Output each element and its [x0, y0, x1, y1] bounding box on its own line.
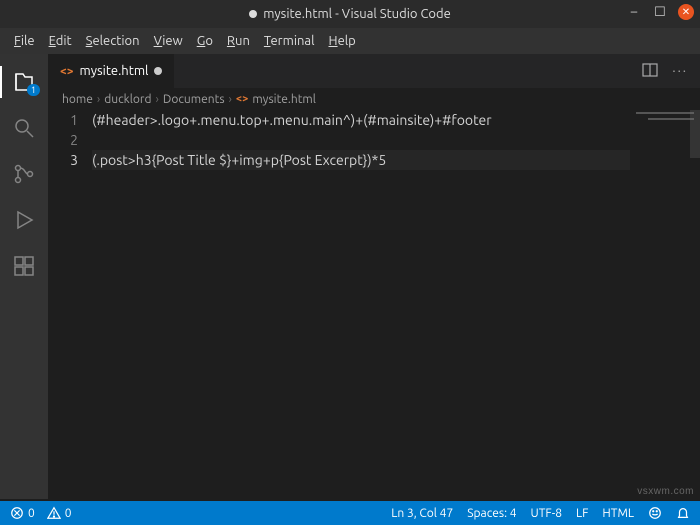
modified-dot-icon: [249, 10, 257, 18]
minimize-button[interactable]: –: [626, 4, 642, 20]
explorer-badge: 1: [27, 84, 40, 96]
window-controls: – ☐ ✕: [626, 4, 694, 20]
feedback-icon[interactable]: [648, 506, 662, 520]
status-encoding[interactable]: UTF-8: [531, 507, 562, 520]
menu-view[interactable]: View: [148, 32, 189, 50]
chevron-right-icon: ›: [97, 93, 100, 106]
tab-bar: <> mysite.html ···: [48, 54, 700, 88]
tab-mysite[interactable]: <> mysite.html: [48, 54, 175, 88]
line-number: 2: [48, 130, 78, 150]
line-number: 3: [48, 150, 78, 170]
code-editor[interactable]: 1 2 3 (#header>.logo+.menu.top+.menu.mai…: [48, 110, 700, 499]
menu-terminal[interactable]: Terminal: [258, 32, 321, 50]
close-button[interactable]: ✕: [678, 4, 694, 20]
tab-modified-icon: [154, 67, 162, 75]
editor-area: <> mysite.html ··· home › ducklord › Docum…: [48, 54, 700, 499]
explorer-icon[interactable]: 1: [0, 62, 48, 102]
status-warnings[interactable]: 0: [47, 506, 72, 520]
titlebar: mysite.html - Visual Studio Code – ☐ ✕: [0, 0, 700, 28]
watermark: vsxwm.com: [637, 486, 694, 497]
line-number: 1: [48, 110, 78, 130]
menubar: File Edit Selection View Go Run Terminal…: [0, 28, 700, 54]
gutter: 1 2 3: [48, 110, 92, 499]
status-language[interactable]: HTML: [602, 507, 634, 520]
main: 1 <> mysite.html ···: [0, 54, 700, 499]
menu-help[interactable]: Help: [323, 32, 362, 50]
crumb[interactable]: Documents: [163, 93, 225, 106]
status-eol[interactable]: LF: [576, 507, 588, 520]
window-title: mysite.html - Visual Studio Code: [249, 7, 451, 21]
breadcrumb[interactable]: home › ducklord › Documents › <> mysite.htm…: [48, 88, 700, 110]
title-text: mysite.html - Visual Studio Code: [263, 7, 451, 21]
crumb[interactable]: ducklord: [104, 93, 151, 106]
chevron-right-icon: ›: [155, 93, 158, 106]
minimap[interactable]: [630, 110, 700, 499]
tab-label: mysite.html: [80, 64, 149, 78]
menu-file[interactable]: File: [8, 32, 41, 50]
run-debug-icon[interactable]: [0, 200, 48, 240]
status-errors[interactable]: 0: [10, 506, 35, 520]
html-file-icon: <>: [60, 65, 74, 78]
crumb[interactable]: mysite.html: [252, 93, 316, 106]
code-line[interactable]: (.post>h3{Post Title $}+img+p{Post Excer…: [92, 150, 690, 170]
status-cursor[interactable]: Ln 3, Col 47: [391, 507, 453, 520]
menu-selection[interactable]: Selection: [80, 32, 146, 50]
html-file-icon: <>: [236, 93, 248, 105]
extensions-icon[interactable]: [0, 246, 48, 286]
more-actions-icon[interactable]: ···: [672, 64, 688, 78]
search-icon[interactable]: [0, 108, 48, 148]
code-line[interactable]: (#header>.logo+.menu.top+.menu.main^)+(#…: [92, 110, 690, 130]
source-control-icon[interactable]: [0, 154, 48, 194]
menu-go[interactable]: Go: [191, 32, 219, 50]
crumb[interactable]: home: [62, 93, 93, 106]
notifications-icon[interactable]: [676, 506, 690, 520]
menu-run[interactable]: Run: [221, 32, 256, 50]
menu-edit[interactable]: Edit: [43, 32, 78, 50]
status-spaces[interactable]: Spaces: 4: [467, 507, 516, 520]
chevron-right-icon: ›: [229, 93, 232, 106]
activity-bar: 1: [0, 54, 48, 499]
split-editor-icon[interactable]: [642, 62, 658, 81]
scrollbar-thumb[interactable]: [690, 110, 700, 158]
code-lines[interactable]: (#header>.logo+.menu.top+.menu.main^)+(#…: [92, 110, 700, 499]
tab-actions: ···: [642, 54, 700, 88]
maximize-button[interactable]: ☐: [652, 4, 668, 20]
code-line[interactable]: [92, 130, 690, 150]
status-bar: 0 0 Ln 3, Col 47 Spaces: 4 UTF-8 LF HTML: [0, 501, 700, 525]
